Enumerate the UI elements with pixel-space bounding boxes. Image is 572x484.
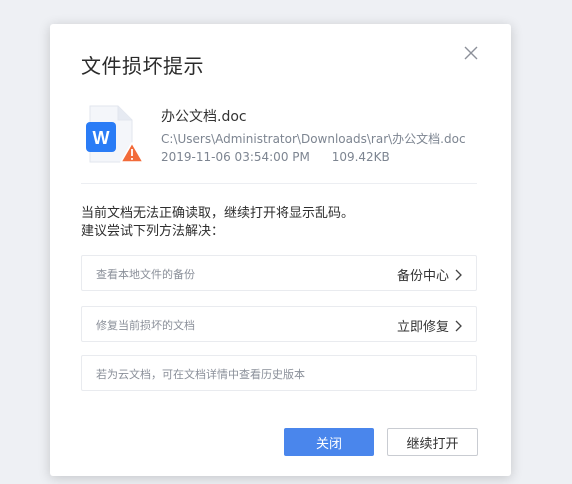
- option-label: 查看本地文件的备份: [96, 268, 195, 281]
- continue-open-button[interactable]: 继续打开: [387, 428, 478, 456]
- file-info: W 办公文档.doc C:\Users\Administrator\Downlo…: [84, 104, 480, 176]
- divider: [81, 183, 477, 184]
- chevron-right-icon: [455, 320, 462, 331]
- option-repair: 修复当前损坏的文档 立即修复: [81, 306, 477, 342]
- dialog-title: 文件损坏提示: [81, 54, 204, 78]
- backup-center-link[interactable]: 备份中心: [397, 265, 462, 284]
- backup-center-label: 备份中心: [396, 269, 449, 284]
- close-icon[interactable]: [462, 44, 480, 62]
- option-cloud-history: 若为云文档，可在文档详情中查看历史版本: [81, 355, 477, 391]
- file-datetime: 2019-11-06 03:54:00 PM: [161, 150, 310, 164]
- close-button[interactable]: 关闭: [284, 428, 374, 456]
- repair-now-link[interactable]: 立即修复: [397, 316, 462, 335]
- chevron-right-icon: [455, 269, 462, 280]
- repair-now-label: 立即修复: [396, 320, 449, 335]
- option-label: 若为云文档，可在文档详情中查看历史版本: [96, 368, 305, 381]
- message-line-2: 建议尝试下列方法解决：: [81, 224, 225, 239]
- word-letter: W: [93, 128, 110, 148]
- damage-message: 当前文档无法正确读取，继续打开将显示乱码。 建议尝试下列方法解决：: [81, 205, 354, 241]
- file-meta: 2019-11-06 03:54:00 PM 109.42KB: [161, 150, 390, 164]
- file-name: 办公文档.doc: [161, 109, 247, 125]
- message-line-1: 当前文档无法正确读取，继续打开将显示乱码。: [81, 206, 355, 221]
- option-label: 修复当前损坏的文档: [96, 319, 195, 332]
- word-document-warning-icon: W: [84, 104, 144, 166]
- file-path: C:\Users\Administrator\Downloads\rar\办公文…: [161, 132, 466, 146]
- option-backup: 查看本地文件的备份 备份中心: [81, 255, 477, 291]
- file-size: 109.42KB: [331, 150, 390, 164]
- file-damaged-dialog: 文件损坏提示 W 办公文档.doc C:\Users\Administrator…: [50, 24, 511, 476]
